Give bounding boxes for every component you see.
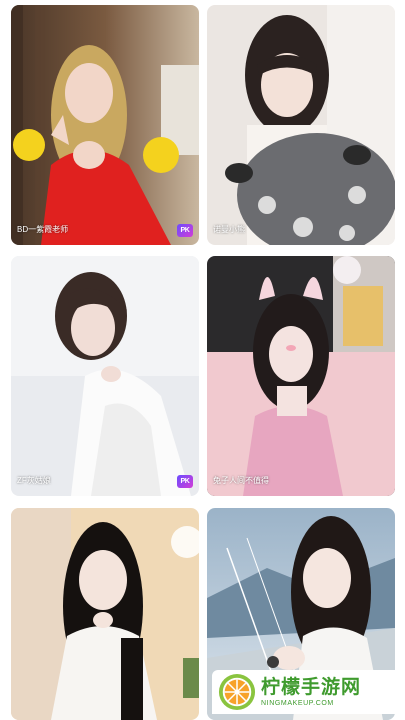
streamer-photo: [11, 508, 199, 720]
pk-badge: PK: [177, 224, 193, 237]
streamer-grid: BD一紫霞老师 PK 诺曼小熊 ZF灰姑娘 PK 兔子人间不值得: [0, 0, 405, 720]
streamer-card[interactable]: BD一紫霞老师 PK: [11, 5, 199, 245]
streamer-photo: [207, 256, 395, 496]
streamer-card[interactable]: 诺曼小熊: [207, 5, 395, 245]
watermark-title: 柠檬手游网: [261, 675, 362, 698]
watermark-subtitle: NINGMAKEUP.COM: [261, 699, 334, 707]
streamer-name: BD一紫霞老师: [17, 225, 69, 234]
streamer-photo: [11, 256, 199, 496]
streamer-card[interactable]: ZF灰姑娘 PK: [11, 256, 199, 496]
streamer-photo: [11, 5, 199, 245]
lemon-slice-logo: [218, 673, 256, 711]
streamer-name: ZF灰姑娘: [17, 476, 51, 485]
site-watermark: 柠檬手游网 NINGMAKEUP.COM: [212, 670, 398, 714]
streamer-card[interactable]: [11, 508, 199, 720]
streamer-name: 诺曼小熊: [213, 225, 245, 234]
streamer-name: 兔子人间不值得: [213, 476, 269, 485]
streamer-card[interactable]: 兔子人间不值得: [207, 256, 395, 496]
streamer-photo: [207, 5, 395, 245]
pk-badge: PK: [177, 475, 193, 488]
